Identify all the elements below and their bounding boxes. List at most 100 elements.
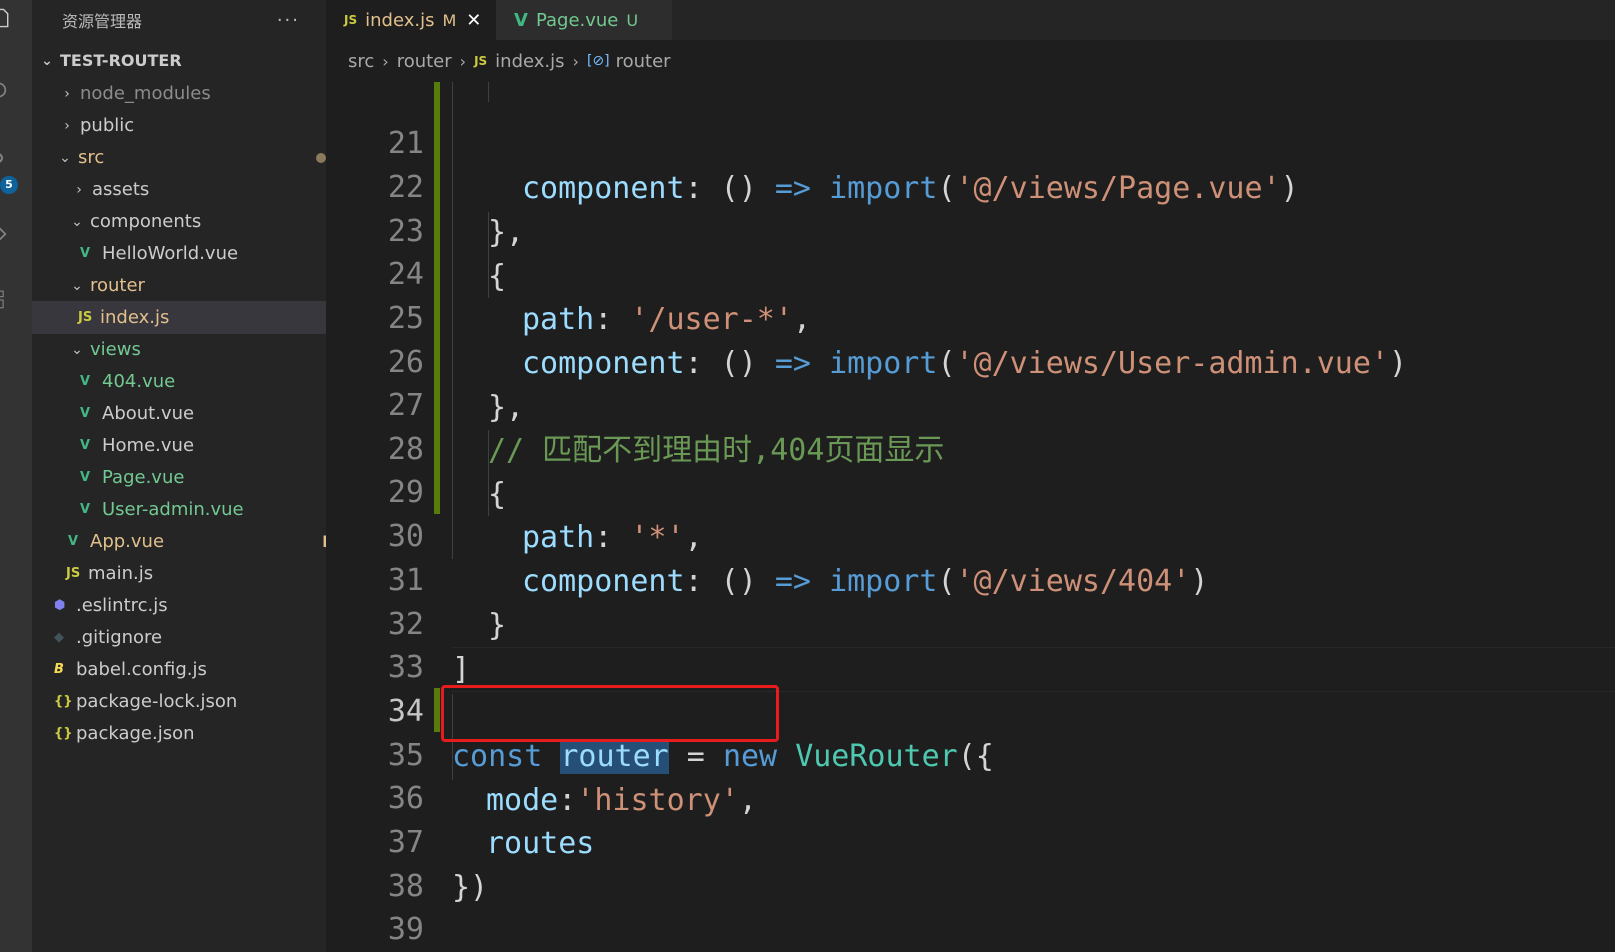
vue-file-icon: V <box>80 374 91 389</box>
tree-item-label: babel.config.js <box>76 659 207 680</box>
search-icon[interactable] <box>0 80 12 100</box>
chevron-right-icon: › <box>459 51 467 71</box>
tree-item-label: Home.vue <box>102 435 195 456</box>
tree-item-label: public <box>80 115 135 136</box>
tree-item-babel-config[interactable]: B babel.config.js <box>32 653 348 686</box>
tree-item-package-json[interactable]: {} package.json <box>32 717 348 750</box>
tab-status: U <box>626 10 639 30</box>
tree-item-label: index.js <box>100 307 170 328</box>
chevron-down-icon: ⌄ <box>71 213 83 230</box>
tree-item-assets[interactable]: › assets <box>32 173 366 206</box>
js-file-icon: JS <box>344 13 358 27</box>
tree-item-label: router <box>90 275 145 296</box>
json-file-icon: {} <box>54 726 73 741</box>
json-file-icon: {} <box>54 694 73 709</box>
breadcrumb-item[interactable]: router <box>616 51 671 72</box>
js-file-icon: JS <box>78 310 93 325</box>
tree-item-label: src <box>78 147 105 168</box>
tree-item-404-vue[interactable]: V 404.vue U <box>32 365 374 398</box>
tree-item-label: 404.vue <box>102 371 176 392</box>
editor-tabs: JS index.js M ✕ V Page.vue U <box>326 0 1615 40</box>
js-file-icon: JS <box>66 566 81 581</box>
vue-file-icon: V <box>80 470 91 485</box>
tab-index-js[interactable]: JS index.js M ✕ <box>326 0 496 40</box>
code-line: 37 }) <box>326 775 1615 905</box>
breadcrumb-item[interactable]: router <box>397 51 452 72</box>
tree-item-label: User-admin.vue <box>102 499 244 520</box>
more-actions-icon[interactable]: ··· <box>277 10 300 31</box>
tree-item-views[interactable]: ⌄ views <box>32 333 364 366</box>
modified-dot <box>316 152 326 163</box>
babel-icon: B <box>54 662 64 677</box>
code-line: 26 }, <box>326 295 1615 425</box>
chevron-right-icon: › <box>64 117 70 134</box>
breadcrumb: src › router › JS index.js › [⊘] router <box>326 40 1615 82</box>
tree-item-home-vue[interactable]: V Home.vue <box>32 429 374 462</box>
code-line: 21 component: () => import('@/views/Page… <box>326 82 1615 206</box>
code-editor[interactable]: 21 component: () => import('@/views/Page… <box>326 82 1615 952</box>
chevron-down-icon: ⌄ <box>59 149 71 166</box>
code-line: 32 ] <box>326 557 1615 687</box>
run-debug-icon[interactable] <box>0 224 12 244</box>
tree-item-gitignore[interactable]: ◆ .gitignore <box>32 621 348 654</box>
tab-status: M <box>442 10 457 30</box>
tree-item-router[interactable]: ⌄ router <box>32 269 364 302</box>
chevron-down-icon: ⌄ <box>71 341 83 358</box>
explorer-sidebar: 资源管理器 ··· ⌄ TEST-ROUTER › node_modules ›… <box>32 0 372 952</box>
code-line: 38 <box>326 819 1615 904</box>
explorer-title: 资源管理器 <box>62 12 143 31</box>
tree-item-package-lock-json[interactable]: {} package-lock.json <box>32 685 348 718</box>
breadcrumb-item[interactable]: src <box>348 51 374 72</box>
vue-file-icon: V <box>514 9 528 31</box>
tree-item-eslintrc[interactable]: ⬢ .eslintrc.js <box>32 589 348 622</box>
chevron-right-icon: › <box>382 51 389 71</box>
code-line: 29 path: '*', <box>326 425 1615 555</box>
tree-item-label: .eslintrc.js <box>76 595 168 616</box>
tree-item-main-js[interactable]: JS main.js <box>32 557 360 590</box>
tree-item-index-js[interactable]: JS index.js M <box>32 301 372 334</box>
tree-item-label: package.json <box>76 723 195 744</box>
extensions-icon[interactable] <box>0 290 12 310</box>
tree-item-label: package-lock.json <box>76 691 238 712</box>
activity-bar: 5 <box>0 0 32 952</box>
code-line: 28 { <box>326 382 1615 512</box>
chevron-right-icon: › <box>64 85 70 102</box>
tree-item-about-vue[interactable]: V About.vue <box>32 397 374 430</box>
explorer-root-folder[interactable]: ⌄ TEST-ROUTER <box>32 44 334 77</box>
vue-file-icon: V <box>80 502 91 517</box>
variable-symbol-icon: [⊘] <box>586 53 610 69</box>
code-line: 31 } <box>326 513 1615 643</box>
js-file-icon: JS <box>474 54 488 68</box>
source-control-icon[interactable] <box>0 152 12 172</box>
tree-item-src[interactable]: ⌄ src <box>32 141 352 174</box>
tree-item-user-admin-vue[interactable]: V User-admin.vue U <box>32 493 374 526</box>
tree-item-helloworld-vue[interactable]: V HelloWorld.vue <box>32 237 374 270</box>
tree-item-components[interactable]: ⌄ components <box>32 205 364 238</box>
tree-item-label: HelloWorld.vue <box>102 243 239 264</box>
vue-file-icon: V <box>80 246 91 261</box>
git-icon: ◆ <box>54 630 64 645</box>
code-line: 25 component: () => import('@/views/User… <box>326 251 1615 381</box>
chevron-down-icon: ⌄ <box>71 277 83 294</box>
chevron-right-icon: › <box>572 51 579 71</box>
tree-item-label: node_modules <box>80 83 211 104</box>
code-line: 40 <box>326 906 1615 951</box>
breadcrumb-item[interactable]: index.js <box>495 51 564 72</box>
explorer-icon[interactable] <box>0 8 12 28</box>
code-line: 24 path: '/user-*', <box>326 207 1615 337</box>
chevron-right-icon: › <box>76 181 82 198</box>
tree-item-app-vue[interactable]: V App.vue M <box>32 525 362 558</box>
code-line: 23 { <box>326 164 1615 294</box>
scm-badge: 5 <box>0 176 18 194</box>
vue-file-icon: V <box>80 406 91 421</box>
annotation-highlight-box <box>441 685 779 742</box>
tree-item-label: components <box>90 211 202 232</box>
tree-item-node-modules[interactable]: › node_modules <box>32 77 354 110</box>
tab-page-vue[interactable]: V Page.vue U <box>496 0 672 40</box>
tree-item-label: App.vue <box>90 531 165 552</box>
close-icon[interactable]: ✕ <box>466 10 481 31</box>
tree-item-public[interactable]: › public <box>32 109 354 142</box>
tree-item-label: main.js <box>88 563 154 584</box>
tree-item-page-vue[interactable]: V Page.vue U <box>32 461 374 494</box>
tree-item-label: views <box>90 339 141 360</box>
